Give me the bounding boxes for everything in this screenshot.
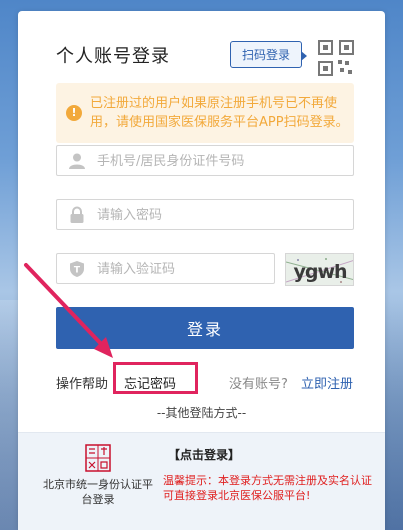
qr-login-button[interactable]: 扫码登录 [230,41,307,68]
user-icon [69,153,85,169]
no-account-label: 没有账号? [229,377,288,392]
captcha-text: ygwh [293,261,347,283]
captcha-image[interactable]: ygwh [285,253,354,286]
beijing-logo-icon[interactable] [85,444,111,472]
login-button[interactable]: 登录 [56,307,354,349]
highlight-box [113,362,198,394]
captcha-input[interactable] [97,258,267,280]
qr-code-icon[interactable] [318,40,354,76]
password-input[interactable] [97,204,317,226]
lock-icon [70,206,84,223]
notice-box: ! 已注册过的用户如果原注册手机号已不再使用，请使用国家医保服务平台APP扫码登… [56,83,354,143]
tip-text: 温馨提示：本登录方式无需注册及实名认证可直接登录北京医保公服平台! [163,474,372,502]
page-title: 个人账号登录 [56,46,170,67]
help-link[interactable]: 操作帮助 [56,373,108,392]
register-link[interactable]: 立即注册 [301,373,353,392]
other-methods-label: --其他登陆方式-- [156,406,247,420]
login-card: 个人账号登录 扫码登录 ! 已注册过的用户如果原注册手机号已不再使用，请使用国家… [18,11,385,530]
account-field [56,145,354,176]
click-login-link[interactable]: 【点击登录】 [168,446,240,463]
shield-icon: T [70,261,84,277]
alt-login-panel: 北京市统一身份认证平台登录 【点击登录】 温馨提示：本登录方式无需注册及实名认证… [18,432,385,530]
notice-text: 已注册过的用户如果原注册手机号已不再使用，请使用国家医保服务平台APP扫码登录。 [90,96,349,130]
captcha-field: T [56,253,275,284]
password-field [56,199,354,230]
account-input[interactable] [97,150,317,172]
svg-text:T: T [74,266,81,276]
platform-login-label[interactable]: 北京市统一身份认证平台登录 [38,477,158,507]
exclamation-circle-icon: ! [66,105,82,121]
